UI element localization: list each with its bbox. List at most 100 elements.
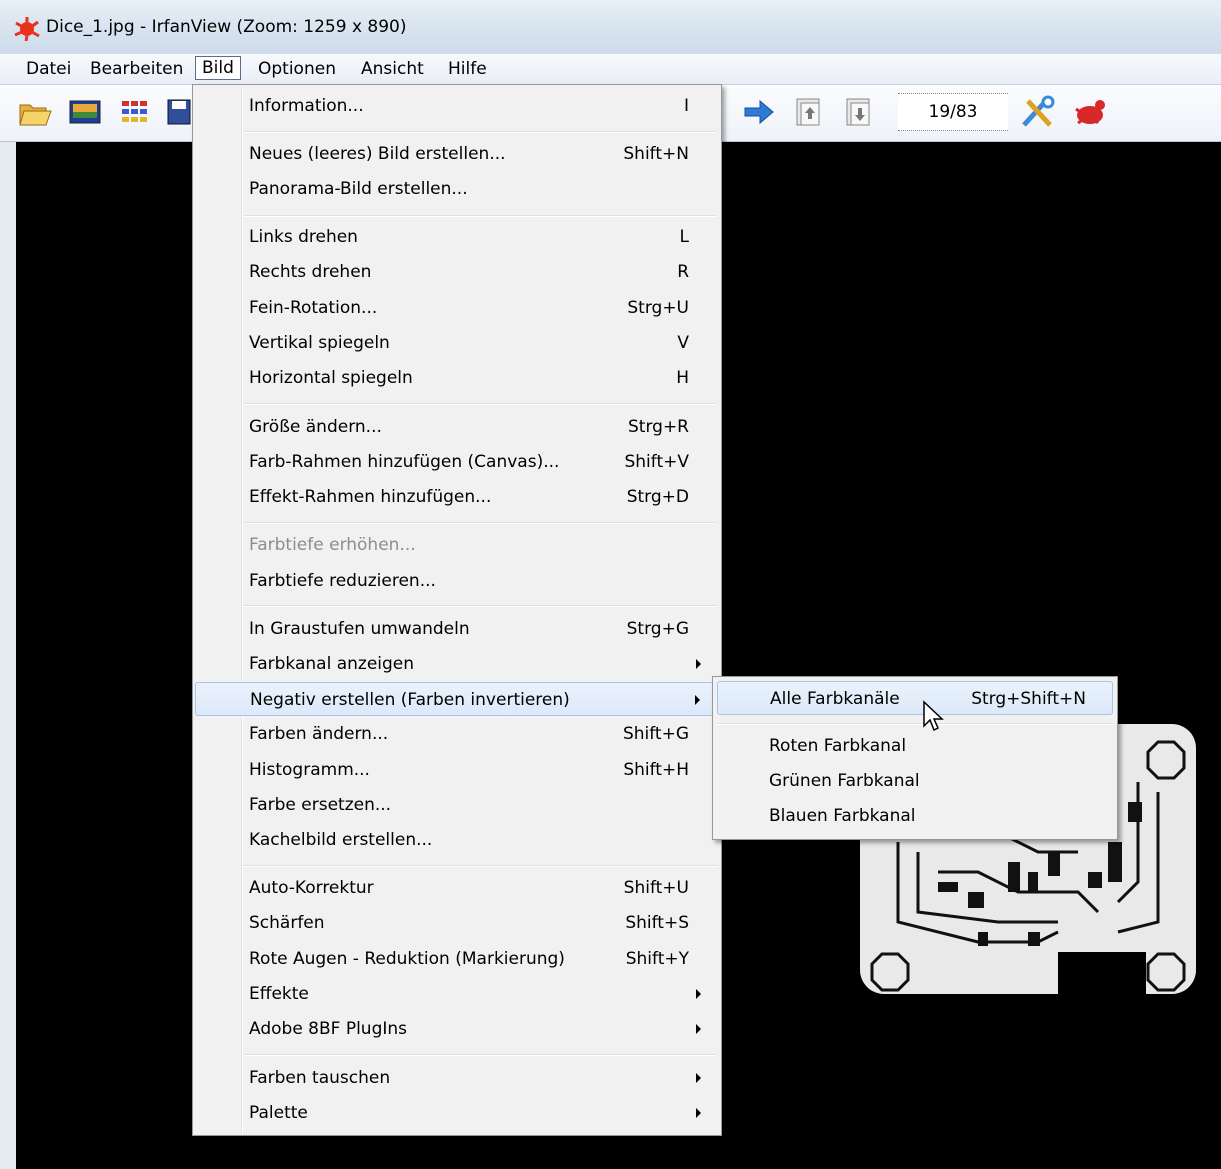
last-page-icon[interactable] [842, 95, 876, 129]
menu-item-label: Rechts drehen [249, 262, 372, 282]
save-icon[interactable] [166, 95, 192, 129]
submenu-item-blauen-farbkanal[interactable]: Blauen Farbkanal [717, 799, 1113, 833]
menu-separator [717, 723, 1113, 725]
menu-item-label: Information... [249, 96, 364, 116]
menu-optionen[interactable]: Optionen [252, 58, 342, 80]
menu-item-label: Neues (leeres) Bild erstellen... [249, 144, 506, 164]
menu-separator [243, 605, 717, 607]
menu-item-shortcut: Strg+R [628, 417, 689, 437]
slideshow-icon[interactable] [68, 95, 102, 129]
image-counter: 19/83 [898, 93, 1008, 131]
menu-separator [243, 403, 717, 405]
submenu-arrow-icon [696, 1073, 701, 1083]
menu-item-shortcut: H [676, 368, 689, 388]
menu-item-farben-aendern[interactable]: Farben ändern... Shift+G [195, 717, 717, 751]
menu-hilfe[interactable]: Hilfe [442, 58, 493, 80]
menu-bild[interactable]: Bild [195, 56, 241, 80]
menu-item-horizontal-spiegeln[interactable]: Horizontal spiegeln H [195, 361, 717, 395]
menu-item-shortcut: Strg+D [626, 487, 689, 507]
menu-item-farbkanal-anzeigen[interactable]: Farbkanal anzeigen [195, 647, 717, 681]
window-title: Dice_1.jpg - IrfanView (Zoom: 1259 x 890… [46, 17, 407, 37]
menu-item-label: Roten Farbkanal [769, 736, 907, 756]
menu-ansicht[interactable]: Ansicht [355, 58, 430, 80]
menu-item-label: Effekte [249, 984, 309, 1004]
menu-item-farb-rahmen[interactable]: Farb-Rahmen hinzufügen (Canvas)... Shift+… [195, 445, 717, 479]
menu-item-fein-rotation[interactable]: Fein-Rotation... Strg+U [195, 291, 717, 325]
menu-item-label: Auto-Korrektur [249, 878, 374, 898]
submenu-arrow-icon [696, 989, 701, 999]
menu-item-label: Grünen Farbkanal [769, 771, 920, 791]
thumbnails-icon[interactable] [118, 95, 152, 129]
menu-item-label: Panorama-Bild erstellen... [249, 179, 468, 199]
menu-item-farbe-ersetzen[interactable]: Farbe ersetzen... [195, 788, 717, 822]
menu-item-shortcut: Shift+V [624, 452, 689, 472]
submenu-arrow-icon [695, 695, 700, 705]
window-frame [0, 142, 17, 1169]
menu-separator [243, 1054, 717, 1056]
menu-item-label: Farben ändern... [249, 724, 389, 744]
settings-icon[interactable] [1020, 95, 1058, 129]
menu-item-shortcut: Shift+U [623, 878, 689, 898]
menu-item-label: Schärfen [249, 913, 325, 933]
menu-item-neues-bild[interactable]: Neues (leeres) Bild erstellen... Shift+N [195, 137, 717, 171]
first-page-icon[interactable] [792, 95, 826, 129]
menu-item-label: Palette [249, 1103, 308, 1123]
menu-item-histogramm[interactable]: Histogramm... Shift+H [195, 753, 717, 787]
menu-item-farbtiefe-erhoehen: Farbtiefe erhöhen... [195, 528, 717, 562]
next-arrow-icon[interactable] [742, 95, 776, 129]
menu-item-shortcut: Shift+H [623, 760, 689, 780]
menu-item-vertikal-spiegeln[interactable]: Vertikal spiegeln V [195, 326, 717, 360]
menu-item-rechts-drehen[interactable]: Rechts drehen R [195, 255, 717, 289]
menu-item-label: Blauen Farbkanal [769, 806, 916, 826]
menu-item-shortcut: R [677, 262, 689, 282]
menu-item-shortcut: V [677, 333, 689, 353]
menu-item-rote-augen[interactable]: Rote Augen - Reduktion (Markierung) Shift… [195, 942, 717, 976]
menu-item-kachelbild[interactable]: Kachelbild erstellen... [195, 823, 717, 857]
menu-item-label: Vertikal spiegeln [249, 333, 390, 353]
menu-item-adobe-8bf[interactable]: Adobe 8BF PlugIns [195, 1012, 717, 1046]
menu-item-graustufen[interactable]: In Graustufen umwandeln Strg+G [195, 612, 717, 646]
menu-separator [243, 865, 717, 867]
menu-item-label: Farben tauschen [249, 1068, 391, 1088]
menu-item-label: Kachelbild erstellen... [249, 830, 433, 850]
menu-item-label: Links drehen [249, 227, 358, 247]
menu-item-palette[interactable]: Palette [195, 1096, 717, 1130]
bild-dropdown-menu: Information... I Neues (leeres) Bild erst… [192, 84, 722, 1136]
menu-item-shortcut: L [679, 227, 689, 247]
menu-item-label: Negativ erstellen (Farben invertieren) [250, 690, 570, 710]
menu-item-label: Fein-Rotation... [249, 298, 378, 318]
menu-item-label: Farb-Rahmen hinzufügen (Canvas)... [249, 452, 560, 472]
submenu-item-gruenen-farbkanal[interactable]: Grünen Farbkanal [717, 764, 1113, 798]
menu-item-label: Farbtiefe erhöhen... [249, 535, 416, 555]
menu-separator [243, 131, 717, 133]
irfanview-app-icon [14, 17, 40, 41]
menu-item-shortcut: Strg+U [627, 298, 689, 318]
menu-item-label: Größe ändern... [249, 417, 382, 437]
menu-item-schaerfen[interactable]: Schärfen Shift+S [195, 906, 717, 940]
menu-item-shortcut: Shift+Y [625, 949, 689, 969]
menu-item-information[interactable]: Information... I [195, 89, 717, 123]
menu-item-effekt-rahmen[interactable]: Effekt-Rahmen hinzufügen... Strg+D [195, 480, 717, 514]
menu-item-shortcut: Shift+N [623, 144, 689, 164]
menu-item-shortcut: Shift+S [625, 913, 689, 933]
menu-item-effekte[interactable]: Effekte [195, 977, 717, 1011]
menu-item-panorama[interactable]: Panorama-Bild erstellen... [195, 172, 717, 206]
menu-item-links-drehen[interactable]: Links drehen L [195, 220, 717, 254]
menu-item-negativ-erstellen[interactable]: Negativ erstellen (Farben invertieren) [195, 682, 717, 716]
open-folder-icon[interactable] [18, 95, 52, 129]
irfanview-logo-icon[interactable] [1070, 95, 1108, 129]
menu-item-farben-tauschen[interactable]: Farben tauschen [195, 1061, 717, 1095]
menu-item-groesse-aendern[interactable]: Größe ändern... Strg+R [195, 410, 717, 444]
submenu-item-alle-farbkanaele[interactable]: Alle Farbkanäle Strg+Shift+N [717, 681, 1113, 715]
menu-item-label: Alle Farbkanäle [770, 689, 900, 709]
title-bar: Dice_1.jpg - IrfanView (Zoom: 1259 x 890… [0, 0, 1221, 54]
menu-bearbeiten[interactable]: Bearbeiten [84, 58, 189, 80]
menu-item-auto-korrektur[interactable]: Auto-Korrektur Shift+U [195, 871, 717, 905]
menu-item-label: Horizontal spiegeln [249, 368, 413, 388]
menu-item-shortcut: Strg+G [626, 619, 689, 639]
menu-item-farbtiefe-reduzieren[interactable]: Farbtiefe reduzieren... [195, 564, 717, 598]
menu-item-label: Effekt-Rahmen hinzufügen... [249, 487, 492, 507]
menu-bar: Datei Bearbeiten Bild Optionen Ansicht H… [0, 54, 1221, 85]
menu-datei[interactable]: Datei [20, 58, 77, 80]
submenu-item-roten-farbkanal[interactable]: Roten Farbkanal [717, 729, 1113, 763]
